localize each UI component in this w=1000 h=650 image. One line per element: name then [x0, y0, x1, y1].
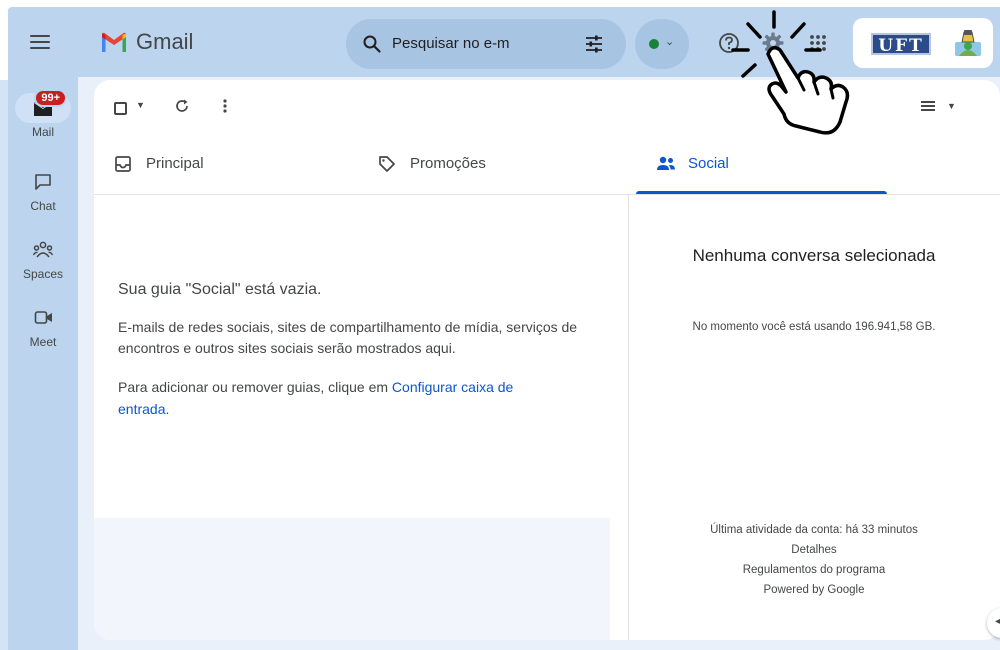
status-active-icon [649, 39, 659, 49]
people-icon [656, 155, 676, 178]
unread-count-badge: 99+ [34, 89, 67, 107]
refresh-icon[interactable] [174, 98, 190, 119]
storage-usage: No momento você está usando 196.941,58 G… [692, 321, 936, 333]
rail-item-label: Spaces [22, 267, 64, 281]
chevron-down-icon[interactable]: ▼ [947, 101, 956, 111]
settings-gear-icon[interactable] [762, 32, 784, 59]
inbox-panel: ▼ ▼ Principal Promoções Social Sua guia … [94, 80, 1000, 640]
gmail-logo[interactable]: Gmail [100, 29, 193, 55]
rail-item-label: Chat [30, 199, 56, 213]
rail-item-mail[interactable]: 99+ Mail [8, 89, 78, 139]
gmail-window: 99+ Mail Chat Spaces Meet Gmail Pesquisa… [8, 7, 1000, 650]
tab-label: Social [688, 155, 729, 172]
search-options-icon[interactable] [584, 34, 604, 59]
avatar[interactable] [953, 28, 983, 58]
organization-logo: UFT [871, 33, 931, 56]
hint-text: Para adicionar ou remover guias, clique … [118, 379, 392, 395]
main-menu-icon[interactable] [30, 35, 50, 49]
search-input[interactable]: Pesquisar no e-m [392, 35, 532, 52]
select-all-checkbox[interactable] [114, 102, 127, 115]
empty-state-hint: Para adicionar ou remover guias, clique … [118, 376, 558, 420]
program-policies-link[interactable]: Regulamentos do programa [628, 560, 1000, 580]
mail-icon: 99+ [15, 89, 71, 123]
inbox-icon [114, 155, 132, 178]
powered-by: Powered by Google [763, 584, 865, 596]
select-options-chevron-icon[interactable]: ▼ [136, 100, 145, 110]
tab-promocoes[interactable]: Promoções [358, 134, 628, 194]
google-apps-icon[interactable] [809, 34, 827, 57]
tab-social[interactable]: Social [636, 134, 887, 194]
last-activity: Última atividade da conta: há 33 minutos [710, 524, 918, 536]
rail-item-meet[interactable]: Meet [8, 303, 78, 349]
rail-item-chat[interactable]: Chat [8, 167, 78, 213]
empty-state-description: E-mails de redes sociais, sites de compa… [118, 319, 578, 356]
help-icon[interactable] [718, 32, 740, 59]
video-camera-icon [15, 303, 71, 333]
chevron-down-icon: ⌄ [665, 36, 675, 48]
app-name: Gmail [136, 29, 194, 54]
spaces-icon [15, 235, 71, 265]
search-bar[interactable]: Pesquisar no e-m [346, 19, 626, 69]
category-tabs: Principal Promoções Social [94, 134, 1000, 194]
tab-label: Principal [146, 155, 204, 172]
gmail-m-icon [102, 32, 126, 52]
tab-principal[interactable]: Principal [94, 134, 364, 194]
navigation-rail: 99+ Mail Chat Spaces Meet [8, 7, 78, 650]
window-edge [0, 80, 8, 650]
split-pane-toggle-icon[interactable] [920, 99, 938, 118]
hint-suffix: . [165, 401, 170, 417]
list-toolbar: ▼ ▼ [94, 80, 1000, 134]
status-selector[interactable]: ⌄ [635, 19, 689, 69]
rail-item-label: Mail [31, 125, 54, 139]
account-switcher[interactable]: UFT [853, 18, 993, 68]
top-app-bar: Gmail Pesquisar no e-m ⌄ UFT [78, 7, 1000, 77]
tag-icon [378, 155, 396, 178]
empty-state-title: Sua guia "Social" está vazia. [118, 281, 322, 298]
chat-icon [15, 167, 71, 197]
reading-pane-title: Nenhuma conversa selecionada [692, 246, 936, 265]
more-options-icon[interactable] [222, 98, 228, 119]
rail-item-spaces[interactable]: Spaces [8, 235, 78, 281]
account-footer: Última atividade da conta: há 33 minutos… [628, 520, 1000, 600]
details-link[interactable]: Detalhes [628, 540, 1000, 560]
chevron-left-icon: ◀ [995, 616, 1000, 627]
search-icon[interactable] [362, 34, 382, 59]
tab-label: Promoções [410, 155, 486, 172]
divider [94, 194, 1000, 195]
list-empty-area [94, 518, 610, 640]
rail-item-label: Meet [29, 335, 57, 349]
